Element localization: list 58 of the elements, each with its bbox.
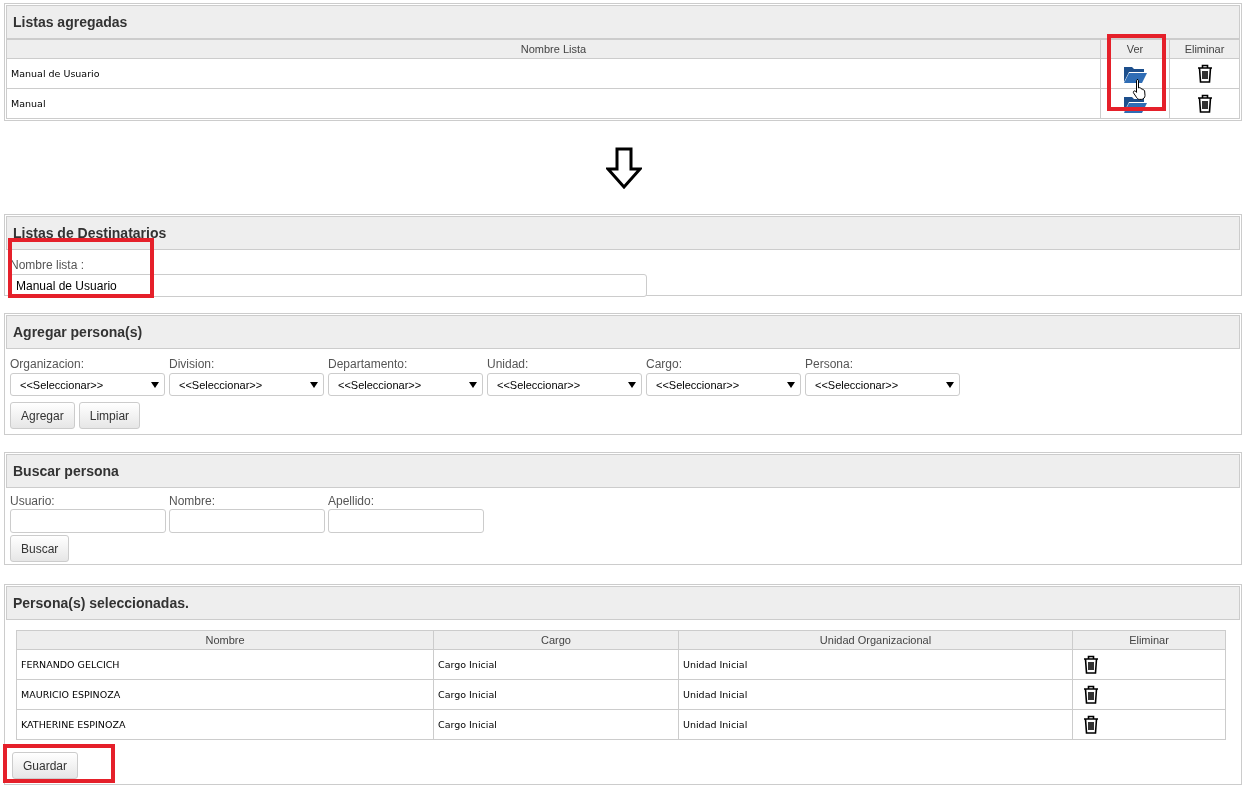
trash-icon[interactable] (1196, 64, 1213, 83)
table-cell: FERNANDO GELCICH (16, 649, 434, 680)
trash-icon[interactable] (1083, 685, 1099, 704)
field-label: Nombre: (169, 494, 216, 508)
column-header: Nombre (16, 630, 434, 650)
field-label: Unidad: (487, 357, 530, 371)
dropdown[interactable]: <<Seleccionar>> (328, 373, 483, 396)
list-name-field[interactable]: Manual de Usuario (10, 274, 647, 297)
table-cell: Cargo Inicial (433, 649, 679, 680)
field-label: Division: (169, 357, 216, 371)
field-label: Usuario: (10, 494, 56, 508)
field-label: Departamento: (328, 357, 409, 371)
caret-icon (787, 380, 795, 389)
caret-icon (151, 380, 159, 389)
search-field[interactable] (10, 509, 166, 533)
table-cell: Cargo Inicial (433, 709, 679, 740)
save-button[interactable]: Guardar (12, 752, 79, 779)
dropdown[interactable]: <<Seleccionar>> (10, 373, 165, 396)
table-cell: Cargo Inicial (433, 679, 679, 710)
caret-icon (310, 380, 318, 389)
dropdown[interactable]: <<Seleccionar>> (169, 373, 324, 396)
search-field[interactable] (328, 509, 484, 533)
caret-icon (469, 380, 477, 389)
trash-icon[interactable] (1083, 715, 1099, 734)
caret-icon (628, 380, 636, 389)
down-arrow-icon (606, 146, 642, 189)
table-cell: Manual de Usuario (6, 58, 1101, 89)
panel-title: Listas agregadas (13, 14, 128, 30)
column-header: Cargo (433, 630, 679, 650)
column-header: Eliminar (1169, 39, 1240, 59)
table-cell: KATHERINE ESPINOZA (16, 709, 434, 740)
panel-title: Listas de Destinatarios (13, 225, 167, 241)
panel-title: Agregar persona(s) (13, 324, 143, 340)
table-cell: Unidad Inicial (678, 679, 1073, 710)
dropdown[interactable]: <<Seleccionar>> (646, 373, 801, 396)
trash-icon[interactable] (1083, 655, 1099, 674)
field-label: Persona: (805, 357, 855, 371)
table-cell: Unidad Inicial (678, 649, 1073, 680)
action-button[interactable]: Limpiar (78, 402, 141, 429)
table-cell: Manual (6, 88, 1101, 119)
table-cell: MAURICIO ESPINOZA (16, 679, 434, 710)
column-header: Unidad Organizacional (678, 630, 1073, 650)
search-button[interactable]: Buscar (10, 535, 70, 562)
action-button[interactable]: Agregar (10, 402, 75, 429)
dropdown[interactable]: <<Seleccionar>> (487, 373, 642, 396)
field-label: Cargo: (646, 357, 684, 371)
field-label: Apellido: (328, 494, 376, 508)
field-label: Organizacion: (10, 357, 86, 371)
column-header: Nombre Lista (6, 39, 1101, 59)
table-cell: Unidad Inicial (678, 709, 1073, 740)
search-field[interactable] (169, 509, 325, 533)
panel-title: Persona(s) seleccionadas. (13, 595, 189, 611)
trash-icon[interactable] (1196, 94, 1213, 113)
pointer-hand-icon (1132, 78, 1148, 100)
panel-title: Buscar persona (13, 463, 119, 479)
dropdown[interactable]: <<Seleccionar>> (805, 373, 960, 396)
caret-icon (946, 380, 954, 389)
column-header: Eliminar (1072, 630, 1226, 650)
